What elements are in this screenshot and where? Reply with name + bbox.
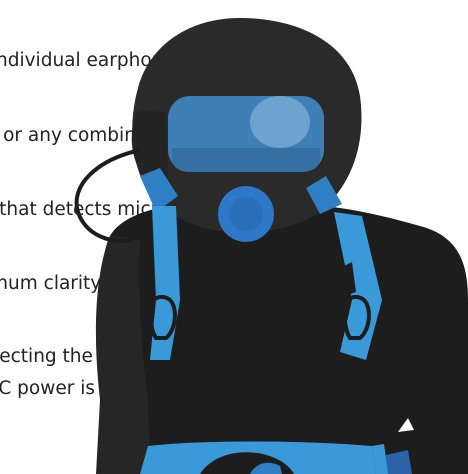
diver-figure [74,18,468,474]
visor-highlight [250,96,310,148]
diver-illustration-scene: ndividual earphone and ) or any combinat… [0,0,468,474]
visor-shade [172,148,320,172]
regulator-center [229,197,263,231]
diver-suit [96,204,468,474]
